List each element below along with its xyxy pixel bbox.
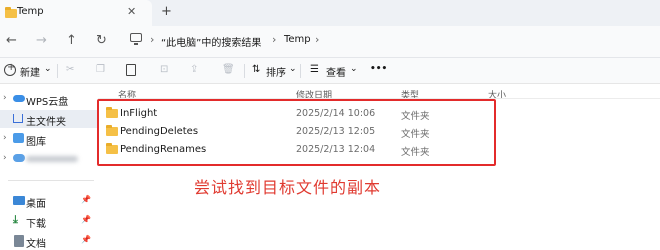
- forward-button[interactable]: →: [36, 33, 47, 48]
- sort-button[interactable]: 排序: [266, 64, 286, 79]
- breadcrumb-separator: ›: [272, 33, 277, 46]
- sort-dropdown-icon[interactable]: ⌄: [289, 64, 297, 74]
- documents-icon: [14, 235, 24, 247]
- sidebar-divider: [8, 180, 94, 181]
- tab-strip: Temp ✕ +: [0, 0, 660, 26]
- copy-icon[interactable]: ❐: [96, 64, 105, 75]
- toolbar-divider: [244, 64, 245, 78]
- pin-icon[interactable]: 📌: [81, 195, 91, 204]
- sidebar-item-label: 文档: [26, 239, 46, 250]
- folder-icon: [5, 7, 17, 18]
- refresh-button[interactable]: ↻: [96, 33, 107, 48]
- delete-icon[interactable]: 🗑: [222, 64, 235, 75]
- cut-icon[interactable]: ✂: [66, 64, 74, 75]
- sidebar-item-label: 主文件夹: [26, 117, 66, 128]
- sidebar-item-gallery[interactable]: › 图库: [0, 130, 97, 148]
- cloud-icon: [13, 95, 25, 102]
- breadcrumb-separator: ›: [315, 33, 320, 46]
- navigation-pane: › WPS云盘 主文件夹 › 图库 › 桌面 📌 ⤓ 下载 📌 文档 📌: [0, 84, 97, 250]
- blurred-account-name: [26, 156, 78, 162]
- new-tab-button[interactable]: +: [161, 4, 172, 19]
- user-cloud-icon: [13, 154, 25, 162]
- tab-title: Temp: [17, 6, 44, 17]
- toolbar-divider: [57, 64, 58, 78]
- gallery-icon: [13, 133, 24, 143]
- breadcrumb-search-results[interactable]: “此电脑”中的搜索结果: [161, 34, 261, 49]
- expand-icon[interactable]: ›: [3, 153, 7, 163]
- annotation-caption: 尝试找到目标文件的副本: [194, 178, 382, 197]
- download-icon: ⤓: [13, 213, 18, 226]
- new-icon: +: [4, 62, 16, 76]
- toolbar-divider: [300, 64, 301, 78]
- sidebar-item-label: 图库: [26, 137, 46, 148]
- rename-icon[interactable]: ⊡: [160, 64, 168, 75]
- sidebar-item-home[interactable]: 主文件夹: [0, 110, 97, 128]
- address-bar[interactable]: › “此电脑”中的搜索结果 › Temp ›: [122, 30, 660, 52]
- sort-icon: ⇅: [252, 64, 261, 75]
- highlight-box: [97, 99, 496, 166]
- sidebar-item-label: WPS云盘: [26, 97, 69, 108]
- sidebar-item-downloads[interactable]: ⤓ 下载 📌: [0, 212, 97, 230]
- breadcrumb-temp[interactable]: Temp: [284, 34, 311, 45]
- desktop-icon: [13, 196, 25, 205]
- sidebar-item-wps-cloud[interactable]: › WPS云盘: [0, 90, 97, 108]
- home-icon: [13, 114, 23, 123]
- new-dropdown-icon[interactable]: ⌄: [44, 64, 52, 74]
- up-button[interactable]: ↑: [66, 33, 77, 48]
- expand-icon[interactable]: ›: [3, 133, 7, 143]
- this-pc-icon: [130, 33, 142, 45]
- more-options-button[interactable]: •••: [370, 64, 387, 74]
- paste-icon[interactable]: [126, 64, 136, 76]
- share-icon[interactable]: ⇪: [190, 64, 198, 75]
- sidebar-item-desktop[interactable]: 桌面 📌: [0, 192, 97, 210]
- breadcrumb-separator: ›: [150, 33, 155, 46]
- sidebar-item-user-cloud[interactable]: ›: [0, 150, 97, 168]
- command-bar: + 新建 ⌄ ✂ ❐ ⊡ ⇪ 🗑 ⇅ 排序 ⌄ ☰ 查看 ⌄ •••: [0, 58, 660, 84]
- sidebar-item-documents[interactable]: 文档 📌: [0, 232, 97, 250]
- navigation-bar: ← → ↑ ↻ › “此电脑”中的搜索结果 › Temp ›: [0, 26, 660, 58]
- expand-icon[interactable]: ›: [3, 93, 7, 103]
- tab-temp[interactable]: Temp ✕: [0, 0, 152, 26]
- view-icon: ☰: [310, 64, 319, 75]
- sidebar-item-label: 桌面: [26, 199, 46, 210]
- close-tab-icon[interactable]: ✕: [127, 5, 136, 18]
- view-dropdown-icon[interactable]: ⌄: [350, 64, 358, 74]
- pin-icon[interactable]: 📌: [81, 215, 91, 224]
- back-button[interactable]: ←: [6, 33, 17, 48]
- new-button[interactable]: 新建: [20, 64, 40, 79]
- sidebar-item-label: 下载: [26, 219, 46, 230]
- view-button[interactable]: 查看: [326, 64, 346, 79]
- pin-icon[interactable]: 📌: [81, 235, 91, 244]
